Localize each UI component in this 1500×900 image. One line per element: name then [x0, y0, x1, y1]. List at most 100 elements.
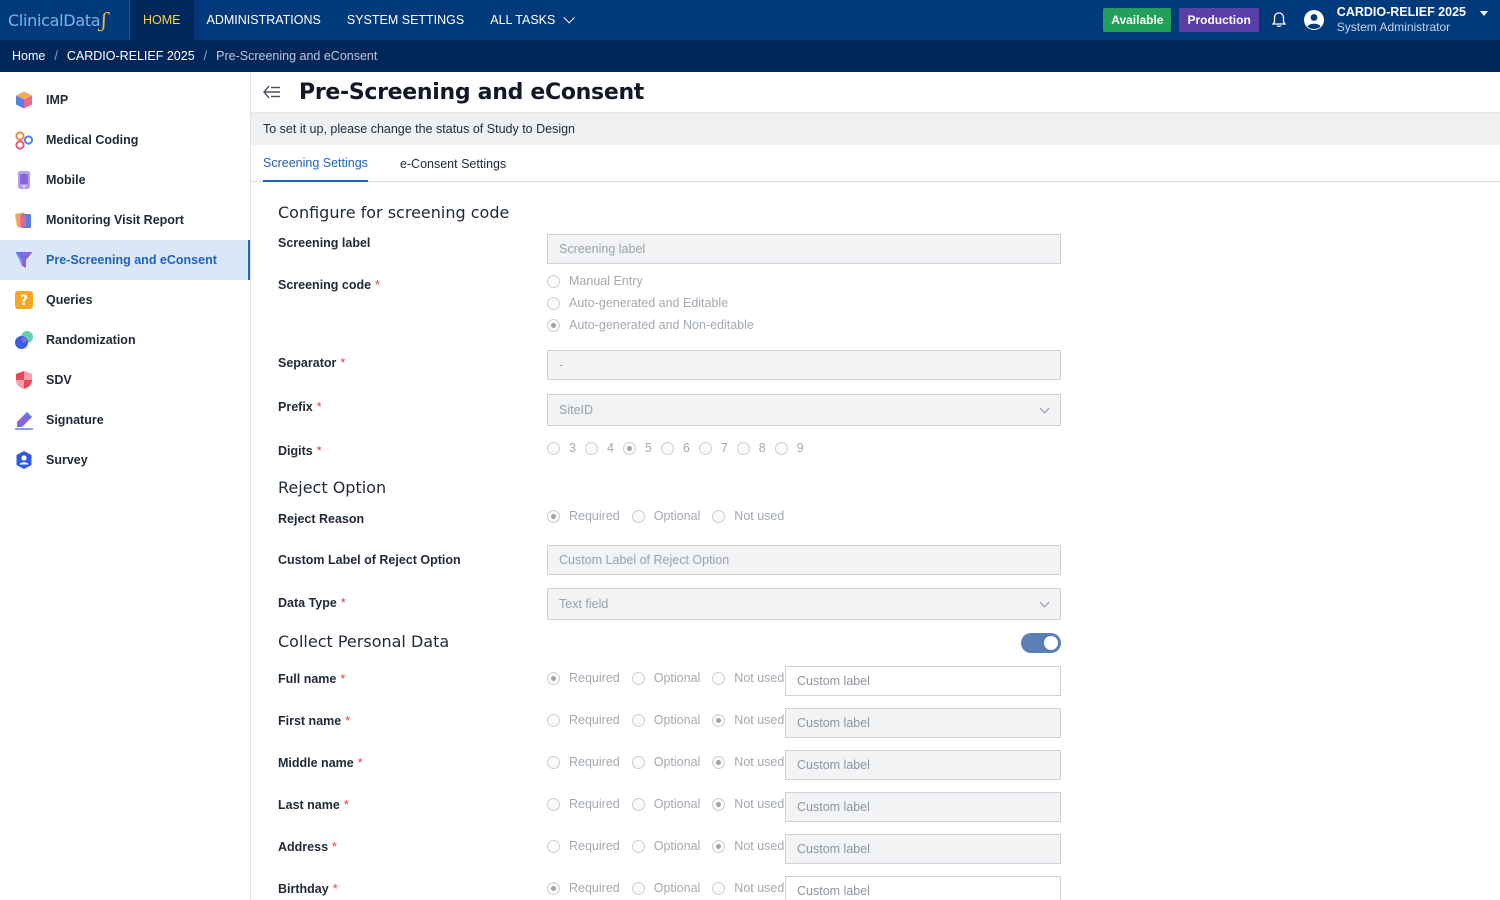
first-name-radio-group: Required Optional Not used [547, 713, 793, 727]
radio-button[interactable] [547, 671, 560, 685]
radio-button[interactable] [584, 441, 598, 455]
radio-button[interactable] [547, 755, 560, 769]
sidebar-item-imp[interactable]: IMP [0, 80, 250, 120]
radio-required[interactable]: Required [547, 881, 620, 895]
sidebar-item-monitoring-visit-report[interactable]: Monitoring Visit Report [0, 200, 250, 240]
address-custom-label-input[interactable]: Custom label [785, 834, 1061, 864]
radio-button[interactable] [712, 755, 726, 769]
radio-not-used[interactable]: Not used [712, 797, 784, 811]
sidebar-item-signature[interactable]: Signature [0, 400, 250, 440]
radio-button[interactable] [660, 441, 674, 455]
radio-not-used[interactable]: Not used [712, 671, 784, 685]
radio-button[interactable] [631, 509, 645, 523]
radio-digit-6[interactable]: 6 [660, 441, 690, 455]
radio-button[interactable] [547, 881, 560, 895]
sidebar-item-randomization[interactable]: Randomization [0, 320, 250, 360]
radio-button[interactable] [547, 797, 560, 811]
full-name-custom-label-input[interactable]: Custom label [785, 666, 1061, 696]
radio-required[interactable]: Required [547, 797, 620, 811]
radio-button[interactable] [547, 318, 560, 332]
radio-button[interactable] [774, 441, 788, 455]
tab-screening-settings[interactable]: Screening Settings [263, 145, 368, 182]
radio-manual-entry[interactable]: Manual Entry [547, 270, 754, 292]
radio-required[interactable]: Required [547, 509, 620, 523]
screening-label-input[interactable]: Screening label [547, 234, 1061, 264]
radio-not-used[interactable]: Not used [712, 755, 784, 769]
radio-button[interactable] [631, 797, 645, 811]
collapse-sidebar-icon[interactable] [263, 85, 281, 99]
radio-auto-non-editable[interactable]: Auto-generated and Non-editable [547, 314, 754, 336]
radio-optional[interactable]: Optional [631, 839, 700, 853]
middle-name-custom-label-input[interactable]: Custom label [785, 750, 1061, 780]
radio-required[interactable]: Required [547, 839, 620, 853]
radio-button[interactable] [712, 713, 726, 727]
radio-button[interactable] [712, 881, 726, 895]
sidebar-item-pre-screening-econsent[interactable]: Pre-Screening and eConsent [0, 240, 250, 280]
nav-system-settings[interactable]: SYSTEM SETTINGS [334, 0, 477, 40]
radio-digit-5[interactable]: 5 [622, 441, 652, 455]
radio-digit-3[interactable]: 3 [547, 441, 576, 455]
radio-required[interactable]: Required [547, 755, 620, 769]
radio-required[interactable]: Required [547, 671, 620, 685]
last-name-custom-label-input[interactable]: Custom label [785, 792, 1061, 822]
radio-button[interactable] [736, 441, 750, 455]
radio-optional[interactable]: Optional [631, 881, 700, 895]
breadcrumb-study[interactable]: CARDIO-RELIEF 2025 [67, 49, 195, 63]
sidebar-item-queries[interactable]: ? Queries [0, 280, 250, 320]
sidebar-item-sdv[interactable]: SDV [0, 360, 250, 400]
radio-auto-editable[interactable]: Auto-generated and Editable [547, 292, 754, 314]
radio-button[interactable] [547, 274, 560, 288]
reject-custom-label-input[interactable]: Custom Label of Reject Option [547, 545, 1061, 575]
radio-not-used[interactable]: Not used [712, 713, 784, 727]
radio-button[interactable] [631, 839, 645, 853]
radio-button[interactable] [622, 441, 636, 455]
separator-input[interactable]: - [547, 350, 1061, 380]
nav-administrations[interactable]: ADMINISTRATIONS [194, 0, 334, 40]
radio-optional[interactable]: Optional [631, 755, 700, 769]
radio-button[interactable] [698, 441, 712, 455]
nav-home[interactable]: HOME [130, 0, 194, 40]
radio-digit-8[interactable]: 8 [736, 441, 766, 455]
radio-optional[interactable]: Optional [631, 713, 700, 727]
radio-not-used[interactable]: Not used [712, 839, 784, 853]
radio-not-used[interactable]: Not used [712, 509, 784, 523]
bell-icon[interactable] [1269, 10, 1289, 30]
radio-button[interactable] [631, 755, 645, 769]
section-title-screening-code: Configure for screening code [278, 203, 510, 222]
radio-required[interactable]: Required [547, 713, 620, 727]
collect-personal-data-toggle[interactable] [1021, 633, 1061, 653]
sidebar-item-survey[interactable]: Survey [0, 440, 250, 480]
breadcrumb-home[interactable]: Home [12, 49, 45, 63]
user-avatar-icon[interactable] [1303, 9, 1325, 31]
radio-optional[interactable]: Optional [631, 671, 700, 685]
radio-optional[interactable]: Optional [631, 509, 700, 523]
radio-button[interactable] [631, 671, 645, 685]
radio-optional[interactable]: Optional [631, 797, 700, 811]
radio-button[interactable] [712, 509, 726, 523]
radio-digit-4[interactable]: 4 [584, 441, 614, 455]
radio-button[interactable] [547, 441, 560, 455]
radio-button[interactable] [547, 839, 560, 853]
user-menu[interactable]: CARDIO-RELIEF 2025 System Administrator [1337, 5, 1466, 35]
first-name-custom-label-input[interactable]: Custom label [785, 708, 1061, 738]
birthday-custom-label-input[interactable]: Custom label [785, 876, 1061, 900]
radio-button[interactable] [712, 839, 726, 853]
radio-button[interactable] [547, 296, 560, 310]
radio-button[interactable] [712, 797, 726, 811]
prefix-select[interactable]: SiteID [547, 394, 1061, 426]
radio-digit-7[interactable]: 7 [698, 441, 728, 455]
sidebar-item-medical-coding[interactable]: Medical Coding [0, 120, 250, 160]
caret-down-icon[interactable] [1480, 10, 1488, 16]
nav-all-tasks[interactable]: ALL TASKS [477, 0, 584, 40]
radio-digit-9[interactable]: 9 [774, 441, 804, 455]
radio-button[interactable] [547, 509, 560, 523]
clinicaldata-logo[interactable]: ClinicalData ʃ [0, 0, 130, 40]
sidebar-item-mobile[interactable]: Mobile [0, 160, 250, 200]
radio-button[interactable] [712, 671, 726, 685]
radio-button[interactable] [631, 713, 645, 727]
radio-button[interactable] [631, 881, 645, 895]
radio-not-used[interactable]: Not used [712, 881, 784, 895]
radio-button[interactable] [547, 713, 560, 727]
data-type-select[interactable]: Text field [547, 588, 1061, 620]
tab-econsent-settings[interactable]: e-Consent Settings [400, 145, 506, 182]
